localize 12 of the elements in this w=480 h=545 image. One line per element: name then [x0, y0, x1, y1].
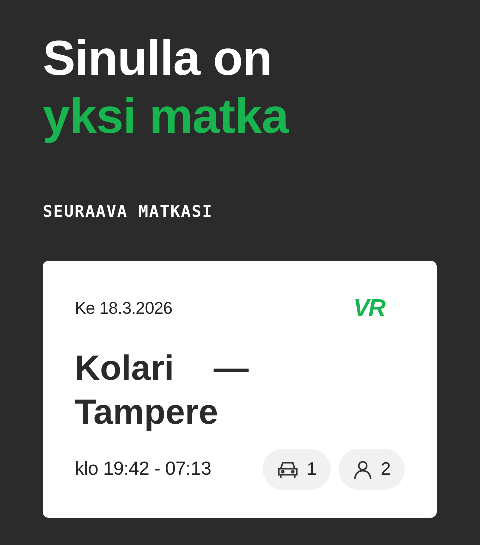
trip-time: klo 19:42 - 07:13: [75, 458, 212, 480]
trip-date: Ke 18.3.2026: [75, 299, 173, 319]
logo: VR: [354, 295, 385, 323]
trip-card[interactable]: Ke 18.3.2026 VR Kolari — Tampere klo 19:42 - 07:13 1 2: [43, 261, 437, 518]
section-title: SEURAAVA MATKASI: [43, 202, 214, 221]
count: 1: [306, 459, 317, 480]
count: 2: [380, 459, 391, 480]
car-icon: [276, 460, 299, 480]
heading-highlight: yksi matka: [43, 89, 289, 146]
person-icon: [352, 460, 373, 480]
trip-route: Kolari — Tampere: [75, 348, 250, 434]
heading-line: Sinulla on: [43, 31, 272, 88]
